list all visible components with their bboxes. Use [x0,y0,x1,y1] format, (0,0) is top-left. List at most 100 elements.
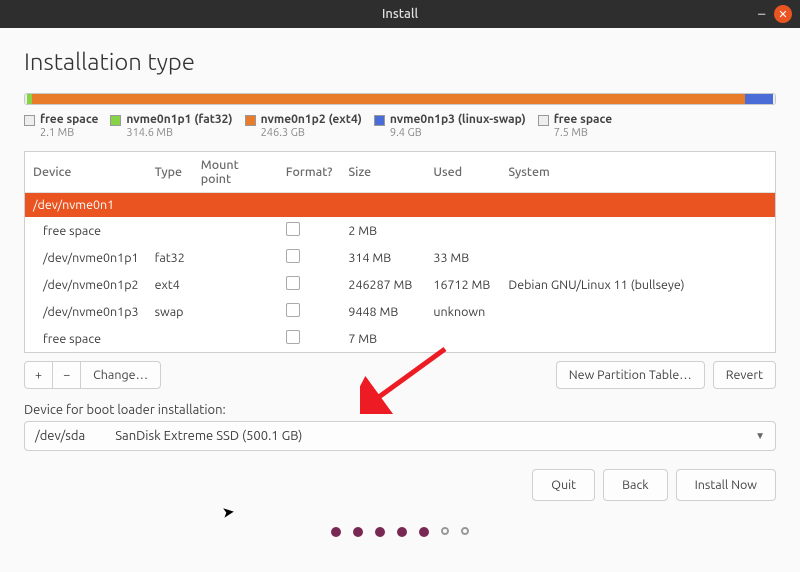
cell-type [147,325,193,352]
cell-mount [193,271,278,298]
cell-device: /dev/nvme0n1 [25,193,147,218]
partition-bar [24,93,776,105]
cell-device: /dev/nvme0n1p2 [25,271,147,298]
format-checkbox[interactable] [286,222,300,236]
col-used: Used [425,152,500,193]
col-mount: Mount point [193,152,278,193]
cell-type [147,193,193,218]
partition-segment-swap [745,94,773,104]
cell-format [278,298,341,325]
cell-mount [193,325,278,352]
legend-size: 246.3 GB [261,127,305,139]
table-row[interactable]: /dev/nvme0n1p2ext4 246287 MB16712 MBDebia… [25,271,775,298]
progress-dot [419,527,429,537]
cell-device: /dev/nvme0n1p1 [25,244,147,271]
format-checkbox[interactable] [286,330,300,344]
cell-size: 246287 MB [340,271,425,298]
cell-format [278,271,341,298]
quit-button[interactable]: Quit [532,469,595,501]
col-system: System [500,152,775,193]
table-row[interactable]: free space7 MB [25,325,775,352]
table-row[interactable]: free space 2 MB [25,217,775,244]
partition-table[interactable]: Device Type Mount point Format? Size Use… [24,151,776,353]
partition-segment-free2 [773,94,775,104]
cell-format [278,217,341,244]
cell-type: swap [147,298,193,325]
cell-mount [193,244,278,271]
boot-loader-label: Device for boot loader installation: [24,403,776,417]
legend-name: nvme0n1p3 (linux-swap) [390,113,526,126]
partition-segment-ext4 [32,94,746,104]
install-button[interactable]: Install Now [676,469,776,501]
boot-loader-select[interactable]: /dev/sda SanDisk Extreme SSD (500.1 GB) … [24,421,776,451]
cell-size: 314 MB [340,244,425,271]
legend-size: 9.4 GB [390,127,422,139]
cell-device: free space [25,325,147,352]
cursor-icon: ➤ [221,502,236,522]
cell-size: 9448 MB [340,298,425,325]
change-partition-button[interactable]: Change… [80,361,161,389]
legend-item: free space7.5 MB [538,113,612,139]
progress-dot [461,527,469,535]
cell-format [278,244,341,271]
cell-format [278,325,341,352]
table-row[interactable]: /dev/nvme0n1 [25,193,775,218]
legend-swatch [374,115,385,126]
cell-used [425,193,500,218]
col-size: Size [340,152,425,193]
legend-item: nvme0n1p1 (fat32)314.6 MB [110,113,232,139]
cell-system [500,217,775,244]
cell-used [425,325,500,352]
cell-size: 2 MB [340,217,425,244]
legend-swatch [110,115,121,126]
new-partition-table-button[interactable]: New Partition Table… [556,361,705,389]
cell-format [278,193,341,218]
legend-swatch [245,115,256,126]
cell-type: fat32 [147,244,193,271]
cell-type [147,217,193,244]
chevron-down-icon: ▼ [755,430,765,442]
format-checkbox[interactable] [286,276,300,290]
progress-dot [441,527,449,535]
cell-system: Debian GNU/Linux 11 (bullseye) [500,271,775,298]
cell-used: 16712 MB [425,271,500,298]
close-button[interactable]: ✕ [774,5,792,23]
cell-mount [193,193,278,218]
format-checkbox[interactable] [286,303,300,317]
col-type: Type [147,152,193,193]
add-partition-button[interactable]: + [24,361,53,389]
revert-button[interactable]: Revert [713,361,776,389]
table-row[interactable]: /dev/nvme0n1p1fat32314 MB33 MB [25,244,775,271]
cell-system [500,193,775,218]
table-header-row: Device Type Mount point Format? Size Use… [25,152,775,193]
table-row[interactable]: /dev/nvme0n1p3swap9448 MBunknown [25,298,775,325]
cell-device: free space [25,217,147,244]
cell-type: ext4 [147,271,193,298]
minimize-button[interactable]: − [757,5,766,23]
col-format: Format? [278,152,341,193]
back-button[interactable]: Back [603,469,668,501]
legend-item: nvme0n1p3 (linux-swap)9.4 GB [374,113,526,139]
cell-size [340,193,425,218]
format-checkbox[interactable] [286,249,300,263]
partition-legend: free space2.1 MBnvme0n1p1 (fat32)314.6 M… [24,111,776,151]
col-device: Device [25,152,147,193]
page-title: Installation type [24,48,776,75]
legend-size: 2.1 MB [40,127,74,139]
cell-system [500,244,775,271]
window-title: Install [382,7,418,21]
legend-item: nvme0n1p2 (ext4)246.3 GB [245,113,362,139]
cell-mount [193,217,278,244]
legend-name: free space [40,113,98,126]
cell-used [425,217,500,244]
remove-partition-button[interactable]: − [52,361,81,389]
legend-name: free space [554,113,612,126]
legend-name: nvme0n1p1 (fat32) [126,113,232,126]
cell-system [500,298,775,325]
legend-swatch [24,115,35,126]
legend-item: free space2.1 MB [24,113,98,139]
legend-name: nvme0n1p2 (ext4) [261,113,362,126]
progress-dots [24,527,776,537]
boot-device: /dev/sda [35,429,85,443]
progress-dot [375,527,385,537]
